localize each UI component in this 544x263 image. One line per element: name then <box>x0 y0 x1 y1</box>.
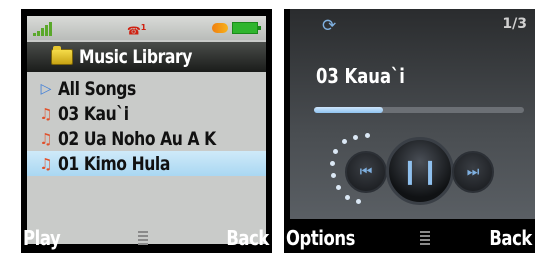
list-item-song-selected[interactable]: ♫ 01 Kimo Hula <box>27 151 266 176</box>
list-item-all-songs[interactable]: ▷ All Songs <box>27 76 266 101</box>
track-counter: 1/3 <box>502 16 527 32</box>
menu-key-icon[interactable] <box>420 231 431 245</box>
pause-button[interactable]: ❙❙ <box>386 137 454 205</box>
previous-track-button[interactable]: ⏮ <box>345 151 387 193</box>
repeat-icon: ⟳ <box>322 16 337 36</box>
call-indicator-count: 1 <box>140 23 147 32</box>
play-softkey[interactable]: Play <box>23 226 61 250</box>
status-bar: ☎1 <box>27 16 266 40</box>
play-triangle-icon: ▷ <box>40 80 52 97</box>
list-item-song[interactable]: ♫ 02 Ua Noho Au A K <box>27 126 266 151</box>
music-library-screen: ☎1 Music Library ▷ All Songs ♫ 03 Kau`i … <box>27 16 266 244</box>
song-list: ▷ All Songs ♫ 03 Kau`i ♫ 02 Ua Noho Au A… <box>27 76 266 176</box>
list-item-song[interactable]: ♫ 03 Kau`i <box>27 101 266 126</box>
list-item-label: 01 Kimo Hula <box>58 152 170 175</box>
back-softkey[interactable]: Back <box>226 226 269 250</box>
now-playing-screen: ⟳ 1/3 03 Kaua`i ⏮ ❙❙ ⏭ <box>290 9 535 219</box>
song-title: 03 Kaua`i <box>316 64 405 88</box>
battery-icon <box>232 22 261 34</box>
list-item-label: All Songs <box>58 77 136 100</box>
now-playing-phone: ⟳ 1/3 03 Kaua`i ⏮ ❙❙ ⏭ Options Back <box>284 9 535 253</box>
list-item-label: 03 Kau`i <box>58 102 129 125</box>
progress-fill <box>314 107 384 113</box>
headset-icon <box>212 23 228 33</box>
folder-icon <box>51 46 73 65</box>
menu-key-icon[interactable] <box>137 231 148 245</box>
options-softkey[interactable]: Options <box>286 226 355 250</box>
progress-bar[interactable] <box>314 107 524 113</box>
next-track-button[interactable]: ⏭ <box>452 151 494 193</box>
back-softkey[interactable]: Back <box>489 226 532 250</box>
page-title: Music Library <box>79 46 193 68</box>
softkey-bar: Play Back <box>21 223 272 253</box>
music-note-icon: ♫ <box>39 129 53 148</box>
music-library-phone: ☎1 Music Library ▷ All Songs ♫ 03 Kau`i … <box>21 9 272 253</box>
music-note-icon: ♫ <box>39 104 53 123</box>
skip-forward-icon: ⏭ <box>466 164 480 180</box>
title-bar: Music Library <box>27 42 266 72</box>
pause-icon: ❙❙ <box>399 157 441 185</box>
list-item-label: 02 Ua Noho Au A K <box>58 127 216 150</box>
call-indicator-icon: ☎1 <box>127 23 147 38</box>
softkey-bar: Options Back <box>284 223 535 253</box>
signal-strength-icon <box>33 22 55 36</box>
music-note-icon: ♫ <box>39 154 53 173</box>
skip-back-icon: ⏮ <box>359 164 373 180</box>
playback-controls: ⏮ ❙❙ ⏭ <box>330 131 520 211</box>
